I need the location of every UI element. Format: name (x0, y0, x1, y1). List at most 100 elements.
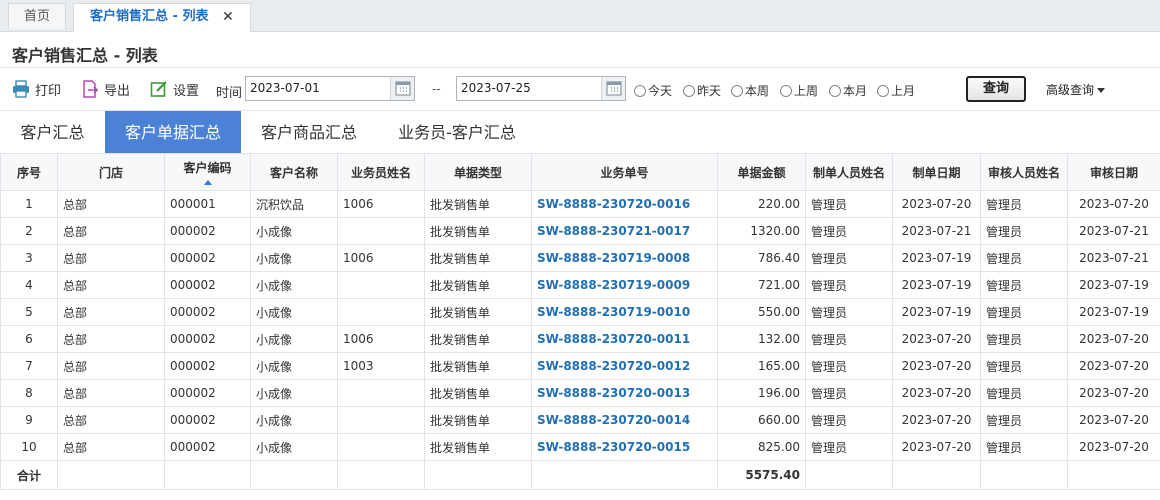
export-icon (81, 80, 99, 98)
salesperson-cell (337, 271, 425, 299)
document-number-cell[interactable]: SW-8888-230720-0013 (531, 379, 718, 407)
review-date-cell: 2023-07-20 (1067, 325, 1160, 353)
query-button[interactable]: 查询 (966, 76, 1026, 102)
document-number-link[interactable]: SW-8888-230720-0013 (537, 386, 690, 400)
radio-circle[interactable] (877, 84, 889, 97)
tab-customer-product-summary[interactable]: 客户商品汇总 (241, 111, 377, 154)
export-button[interactable]: 导出 (81, 79, 130, 99)
radio-circle[interactable] (829, 84, 841, 97)
customer-name-cell: 小成像 (250, 298, 338, 326)
column-header[interactable]: 审核人员姓名 (980, 153, 1068, 191)
document-type-cell: 批发销售单 (424, 190, 532, 218)
creator-cell: 管理员 (805, 190, 893, 218)
date-to-input[interactable]: 2023-07-25 (456, 76, 626, 101)
column-header[interactable]: 单据类型 (424, 153, 532, 191)
customer-code-cell: 000002 (164, 244, 251, 272)
store-cell: 总部 (57, 325, 165, 353)
tab-customer-sales-summary[interactable]: 客户销售汇总 - 列表 ✕ (73, 3, 251, 32)
document-number-cell[interactable]: SW-8888-230720-0011 (531, 325, 718, 353)
divider (0, 67, 1160, 68)
created-date-cell: 2023-07-19 (892, 244, 981, 272)
radio-circle[interactable] (780, 84, 792, 97)
tab-home[interactable]: 首页 (8, 3, 66, 29)
column-header[interactable]: 客户名称 (250, 153, 338, 191)
date-from-input[interactable]: 2023-07-01 (245, 76, 415, 101)
reviewer-cell: 管理员 (980, 379, 1068, 407)
document-number-link[interactable]: SW-8888-230720-0015 (537, 440, 690, 454)
table-row[interactable]: 9 总部 000002 小成像 批发销售单 SW-8888-230720-0014 660.… (0, 406, 1160, 434)
store-cell: 总部 (57, 217, 165, 245)
document-number-link[interactable]: SW-8888-230720-0014 (537, 413, 690, 427)
amount-cell: 1320.00 (717, 217, 806, 245)
radio-yesterday[interactable]: 昨天 (683, 82, 721, 99)
column-header[interactable]: 业务员姓名 (337, 153, 425, 191)
radio-circle[interactable] (634, 84, 646, 97)
document-number-link[interactable]: SW-8888-230720-0016 (537, 197, 690, 211)
advanced-query-dropdown[interactable]: 高级查询 (1046, 81, 1106, 98)
document-number-cell[interactable]: SW-8888-230719-0009 (531, 271, 718, 299)
table-row[interactable]: 10 总部 000002 小成像 批发销售单 SW-8888-230720-0015 825… (0, 433, 1160, 461)
customer-name-cell: 小成像 (250, 271, 338, 299)
table-row[interactable]: 5 总部 000002 小成像 批发销售单 SW-8888-230719-0010 550.… (0, 298, 1160, 326)
table-row[interactable]: 3 总部 000002 小成像 1006 批发销售单 SW-8888-230719-0008… (0, 244, 1160, 272)
calendar-icon[interactable] (390, 77, 414, 100)
print-button[interactable]: 打印 (12, 79, 61, 99)
document-number-link[interactable]: SW-8888-230719-0010 (537, 305, 690, 319)
document-number-link[interactable]: SW-8888-230719-0008 (537, 251, 690, 265)
close-icon[interactable]: ✕ (222, 4, 234, 30)
sort-asc-icon[interactable] (203, 180, 212, 185)
total-row: 合计 5575.40 (0, 460, 1160, 490)
amount-cell: 165.00 (717, 352, 806, 380)
table-row[interactable]: 6 总部 000002 小成像 1006 批发销售单 SW-8888-230720-0011… (0, 325, 1160, 353)
table-row[interactable]: 7 总部 000002 小成像 1003 批发销售单 SW-8888-230720-0012… (0, 352, 1160, 380)
radio-today[interactable]: 今天 (634, 82, 672, 99)
column-header[interactable]: 业务单号 (531, 153, 718, 191)
column-header[interactable]: 审核日期 (1067, 153, 1160, 191)
radio-this-week[interactable]: 本周 (731, 82, 769, 99)
radio-this-month[interactable]: 本月 (829, 82, 867, 99)
tab-customer-summary[interactable]: 客户汇总 (0, 111, 105, 154)
settings-button[interactable]: 设置 (150, 79, 199, 99)
document-number-cell[interactable]: SW-8888-230720-0015 (531, 433, 718, 461)
calendar-icon[interactable] (601, 77, 625, 100)
column-header[interactable]: 制单人员姓名 (805, 153, 893, 191)
radio-last-week[interactable]: 上周 (780, 82, 818, 99)
column-header[interactable]: 序号 (0, 153, 58, 191)
document-type-cell: 批发销售单 (424, 325, 532, 353)
reviewer-cell: 管理员 (980, 190, 1068, 218)
document-number-link[interactable]: SW-8888-230720-0011 (537, 332, 690, 346)
column-header[interactable]: 单据金额 (717, 153, 806, 191)
salesperson-cell (337, 298, 425, 326)
radio-circle[interactable] (731, 84, 743, 97)
document-number-cell[interactable]: SW-8888-230719-0010 (531, 298, 718, 326)
column-header[interactable]: 门店 (57, 153, 165, 191)
table-row[interactable]: 4 总部 000002 小成像 批发销售单 SW-8888-230719-0009 721.… (0, 271, 1160, 299)
document-number-cell[interactable]: SW-8888-230719-0008 (531, 244, 718, 272)
table-row[interactable]: 2 总部 000002 小成像 批发销售单 SW-8888-230721-0017 1320… (0, 217, 1160, 245)
table-row[interactable]: 1 总部 000001 沉积饮品 1006 批发销售单 SW-8888-230720-001… (0, 190, 1160, 218)
radio-circle[interactable] (683, 84, 695, 97)
table-cell (337, 460, 425, 490)
document-number-cell[interactable]: SW-8888-230720-0014 (531, 406, 718, 434)
document-number-cell[interactable]: SW-8888-230721-0017 (531, 217, 718, 245)
document-number-cell[interactable]: SW-8888-230720-0012 (531, 352, 718, 380)
column-header[interactable]: 制单日期 (892, 153, 981, 191)
radio-last-month[interactable]: 上月 (877, 82, 915, 99)
document-number-cell[interactable]: SW-8888-230720-0016 (531, 190, 718, 218)
customer-code-cell: 000002 (164, 217, 251, 245)
store-cell: 总部 (57, 190, 165, 218)
document-number-link[interactable]: SW-8888-230719-0009 (537, 278, 690, 292)
tab-customer-document-summary[interactable]: 客户单据汇总 (105, 111, 241, 154)
table-cell (424, 460, 532, 490)
document-number-link[interactable]: SW-8888-230720-0012 (537, 359, 690, 373)
store-cell: 总部 (57, 244, 165, 272)
customer-code-cell: 000002 (164, 325, 251, 353)
store-cell: 总部 (57, 406, 165, 434)
tab-salesperson-customer-summary[interactable]: 业务员-客户汇总 (377, 111, 537, 154)
radio-label: 上月 (891, 84, 916, 98)
column-header-sorted[interactable]: 客户编码 (164, 153, 251, 191)
table-row[interactable]: 8 总部 000002 小成像 批发销售单 SW-8888-230720-0013 196.… (0, 379, 1160, 407)
review-date-cell: 2023-07-19 (1067, 271, 1160, 299)
document-number-link[interactable]: SW-8888-230721-0017 (537, 224, 690, 238)
store-cell: 总部 (57, 298, 165, 326)
